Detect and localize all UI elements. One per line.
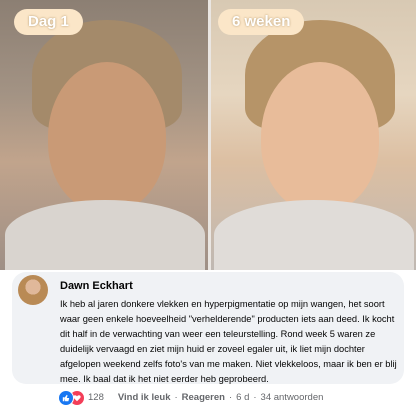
before-after-photo: Dag 1 6 weken bbox=[0, 0, 416, 270]
separator: · bbox=[228, 391, 233, 403]
face-shape bbox=[48, 62, 166, 212]
after-label: 6 weken bbox=[218, 9, 305, 35]
like-button[interactable]: Vind ik leuk bbox=[118, 392, 171, 403]
separator: · bbox=[174, 391, 178, 403]
shirt-shape bbox=[214, 200, 414, 270]
reaction-count[interactable]: 128 bbox=[88, 392, 104, 403]
separator: · bbox=[253, 391, 257, 403]
like-icon bbox=[58, 390, 74, 406]
comment-text: Ik heb al jaren donkere vlekken en hyper… bbox=[60, 299, 397, 384]
face-shape bbox=[261, 62, 379, 212]
after-photo bbox=[211, 0, 416, 270]
reply-button[interactable]: Reageren bbox=[182, 392, 225, 403]
comment-age[interactable]: 6 d bbox=[236, 392, 249, 403]
before-label: Dag 1 bbox=[14, 9, 83, 35]
before-photo bbox=[0, 0, 208, 270]
reaction-icons[interactable] bbox=[58, 389, 85, 406]
shirt-shape bbox=[5, 200, 205, 270]
comment-author[interactable]: Dawn Eckhart bbox=[60, 280, 133, 292]
replies-link[interactable]: 34 antwoorden bbox=[261, 392, 324, 403]
avatar[interactable] bbox=[18, 275, 48, 305]
comment-footer: 128 Vind ik leuk · Reageren · 6 d · 34 a… bbox=[58, 389, 324, 406]
